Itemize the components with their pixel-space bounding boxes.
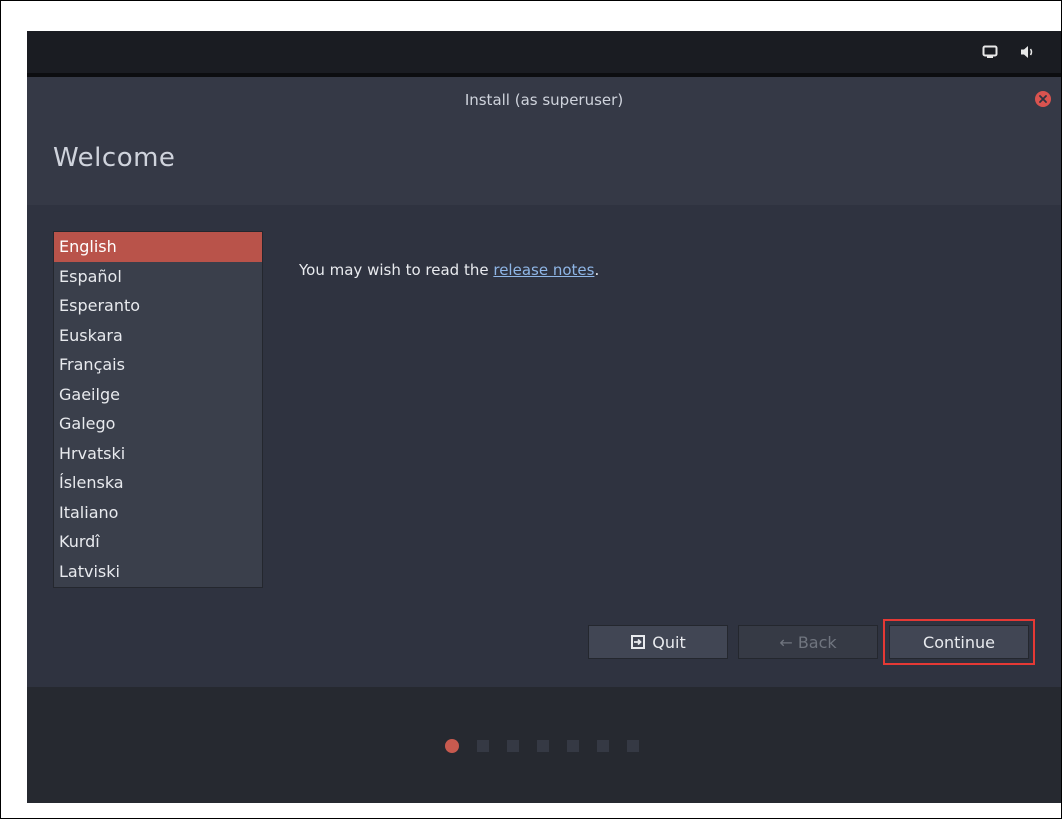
release-notes-text: You may wish to read the release notes. [299,261,599,279]
language-list[interactable]: English Español Esperanto Euskara Français Ga… [53,231,263,588]
progress-dot [627,740,639,752]
progress-dot [507,740,519,752]
progress-dot [567,740,579,752]
desktop-screen: Install (as superuser) Welcome English Es… [27,31,1061,803]
page-header: Welcome [27,125,1061,205]
back-button[interactable]: ← Back [738,625,878,659]
quit-button[interactable]: Quit [588,625,728,659]
system-top-panel [27,31,1061,73]
language-item[interactable]: Kurdî [54,527,262,557]
language-item[interactable]: Galego [54,409,262,439]
language-item[interactable]: Euskara [54,321,262,351]
exit-icon [631,635,646,649]
screen-icon[interactable] [981,43,999,61]
progress-dot [477,740,489,752]
language-item[interactable]: English [54,232,262,262]
progress-dots [445,739,639,753]
continue-button[interactable]: Continue [889,625,1029,659]
language-item[interactable]: Italiano [54,498,262,528]
language-item[interactable]: Latviski [54,557,262,587]
installer-footer [27,687,1061,803]
progress-dot [597,740,609,752]
back-button-label: ← Back [779,632,837,652]
language-item[interactable]: Hrvatski [54,439,262,469]
continue-button-label: Continue [923,632,995,652]
window-title: Install (as superuser) [464,91,624,109]
progress-dot-active [445,739,459,753]
release-notes-prefix: You may wish to read the [299,261,494,279]
screenshot-frame: Install (as superuser) Welcome English Es… [0,0,1062,819]
language-item[interactable]: Íslenska [54,468,262,498]
language-item[interactable]: Français [54,350,262,380]
release-notes-suffix: . [594,261,600,279]
quit-button-label: Quit [652,632,686,652]
close-icon [1039,95,1047,103]
language-item[interactable]: Esperanto [54,291,262,321]
page-title: Welcome [53,143,176,173]
close-button[interactable] [1035,91,1051,107]
main-content: English Español Esperanto Euskara Français Ga… [27,205,1061,687]
volume-icon[interactable] [1019,43,1037,61]
language-item[interactable]: Gaeilge [54,380,262,410]
progress-dot [537,740,549,752]
language-item[interactable]: Español [54,262,262,292]
release-notes-link[interactable]: release notes [493,261,594,279]
window-titlebar[interactable]: Install (as superuser) [27,77,1061,125]
